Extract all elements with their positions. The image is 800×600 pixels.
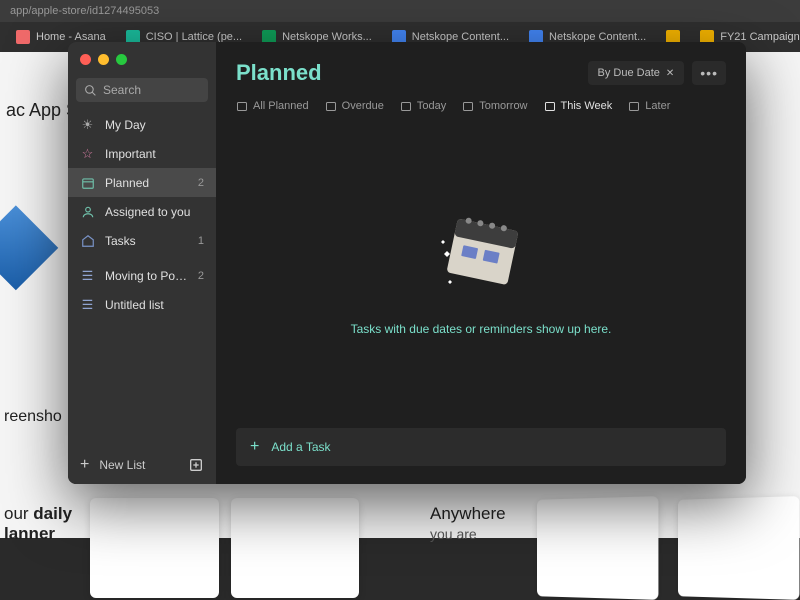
calendar-icon (628, 100, 640, 112)
sidebar-item-my-day[interactable]: ☀ My Day (68, 110, 216, 139)
list-icon: ☰ (80, 268, 95, 283)
calendar-icon (80, 175, 95, 190)
bg-text: reensho (4, 408, 62, 426)
browser-address-bar: app/apple-store/id1274495053 (0, 0, 800, 22)
calendar-icon (325, 100, 337, 112)
sidebar-list-item[interactable]: ☰ Moving to Portland 2 (68, 261, 216, 290)
sidebar-item-tasks[interactable]: Tasks 1 (68, 226, 216, 255)
sidebar-list-item[interactable]: ☰ Untitled list (68, 290, 216, 319)
main-content: Planned By Due Date ✕ ••• All Planned Ov… (216, 42, 746, 484)
sidebar-footer: + New List (68, 446, 216, 484)
main-header: Planned By Due Date ✕ ••• (236, 60, 726, 86)
calendar-icon (544, 100, 556, 112)
filter-tab-all[interactable]: All Planned (236, 100, 309, 112)
screenshot-thumb (537, 496, 658, 600)
empty-state-text: Tasks with due dates or reminders show u… (351, 322, 612, 336)
close-icon[interactable]: ✕ (666, 68, 674, 79)
url-text: app/apple-store/id1274495053 (10, 5, 159, 17)
maximize-window-icon[interactable] (116, 54, 127, 65)
new-group-icon[interactable] (188, 457, 204, 473)
window-controls (80, 54, 127, 65)
filter-tab-today[interactable]: Today (400, 100, 446, 112)
screenshot-thumb (231, 498, 360, 598)
screenshot-thumb (678, 496, 799, 600)
screenshot-gallery (90, 483, 800, 538)
bg-text: our daily lanner (4, 504, 72, 544)
calendar-icon (462, 100, 474, 112)
calendar-illustration-icon (426, 204, 536, 304)
filter-tab-this-week[interactable]: This Week (544, 100, 613, 112)
empty-state: Tasks with due dates or reminders show u… (236, 112, 726, 428)
more-menu-button[interactable]: ••• (692, 61, 726, 85)
minimize-window-icon[interactable] (98, 54, 109, 65)
page-title: Planned (236, 60, 322, 86)
close-window-icon[interactable] (80, 54, 91, 65)
list-icon: ☰ (80, 297, 95, 312)
tab-favicon (16, 30, 30, 44)
sidebar: ☀ My Day ☆ Important Planned 2 Assigned … (68, 42, 216, 484)
star-icon: ☆ (80, 146, 95, 161)
calendar-icon (400, 100, 412, 112)
todo-app-window: ☀ My Day ☆ Important Planned 2 Assigned … (68, 42, 746, 484)
person-icon (80, 204, 95, 219)
app-store-logo (0, 205, 58, 290)
search-input[interactable] (103, 83, 200, 97)
screenshot-thumb (90, 498, 219, 598)
plus-icon: + (250, 438, 259, 456)
sidebar-item-assigned[interactable]: Assigned to you (68, 197, 216, 226)
filter-tab-later[interactable]: Later (628, 100, 670, 112)
home-icon (80, 233, 95, 248)
count-badge: 2 (198, 270, 204, 282)
count-badge: 2 (198, 177, 204, 189)
search-box[interactable] (76, 78, 208, 102)
plus-icon: + (80, 456, 89, 474)
new-list-button[interactable]: + New List (80, 456, 145, 474)
count-badge: 1 (198, 235, 204, 247)
calendar-icon (236, 100, 248, 112)
filter-tab-overdue[interactable]: Overdue (325, 100, 384, 112)
search-icon (84, 84, 97, 97)
filter-tab-tomorrow[interactable]: Tomorrow (462, 100, 527, 112)
sort-button[interactable]: By Due Date ✕ (588, 61, 685, 85)
sidebar-item-planned[interactable]: Planned 2 (68, 168, 216, 197)
sun-icon: ☀ (80, 117, 95, 132)
filter-tabs: All Planned Overdue Today Tomorrow This … (236, 100, 726, 112)
add-task-button[interactable]: + Add a Task (236, 428, 726, 466)
ellipsis-icon: ••• (700, 65, 718, 81)
sidebar-item-important[interactable]: ☆ Important (68, 139, 216, 168)
